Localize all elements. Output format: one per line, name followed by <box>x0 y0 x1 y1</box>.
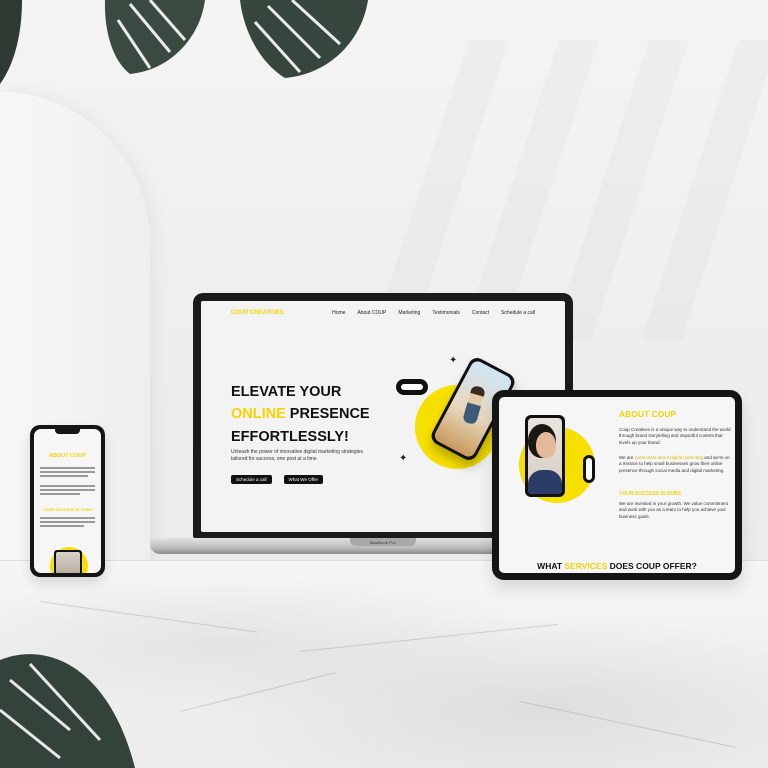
nav-link-home[interactable]: Home <box>332 310 345 316</box>
services-heading-accent: SERVICES <box>564 561 608 571</box>
hero-buttons: Schedule a call What We Offer <box>231 475 324 484</box>
phone-screen: ABOUT COUP YOUR SUCCESS IS OURS <box>34 429 101 573</box>
phone-mini-screen <box>56 552 80 573</box>
pill-decoration-icon <box>583 455 595 483</box>
hero-title-accent: ONLINE <box>231 406 286 423</box>
tablet-phone-image <box>525 415 565 497</box>
services-heading-post: DOES COUP OFFER? <box>607 561 697 571</box>
what-we-offer-button[interactable]: What We Offer <box>283 475 324 484</box>
text-line <box>40 489 95 491</box>
nav-link-contact[interactable]: Contact <box>472 310 489 316</box>
text-line <box>40 517 95 519</box>
face-image <box>536 432 556 458</box>
nav-link-testimonials[interactable]: Testimonials <box>432 310 460 316</box>
about-paragraph-2: We are passionate about digital marketin… <box>619 455 731 474</box>
phone-notch <box>55 429 80 434</box>
schedule-call-button[interactable]: Schedule a call <box>231 475 272 484</box>
monstera-leaf-icon <box>0 654 135 768</box>
hero-title-line2-rest: PRESENCE <box>285 406 370 423</box>
hero-title-line3: EFFORTLESSLY! <box>231 428 349 445</box>
text-line <box>40 475 88 477</box>
nav-link-about[interactable]: About COUP <box>357 310 386 316</box>
tablet: ABOUT COUP Coup Creatives is a unique wa… <box>492 390 742 580</box>
phone-success-subheading: YOUR SUCCESS IS OURS <box>42 507 93 512</box>
text-line <box>40 471 95 473</box>
about-paragraph-3: We are invested in your growth. We value… <box>619 501 728 519</box>
services-heading-pre: WHAT <box>537 561 565 571</box>
sparkle-icon: ✦ <box>399 453 408 464</box>
about-title: ABOUT COUP <box>619 409 677 419</box>
success-subheading: YOUR SUCCESS IS OURS <box>619 491 681 497</box>
about-paragraph-1: Coup Creatives is a unique way to unders… <box>619 427 731 445</box>
text-line <box>40 485 95 487</box>
pill-decoration-icon <box>396 379 428 395</box>
selfie-image <box>528 418 562 494</box>
running-woman-image <box>462 384 486 426</box>
phone-mini-phone-image <box>54 550 82 573</box>
monstera-leaf-icon <box>0 0 368 84</box>
phone: ABOUT COUP YOUR SUCCESS IS OURS <box>30 425 105 577</box>
site-logo[interactable]: COUP CREATIVES <box>231 310 284 316</box>
laptop-notch: MacBook Pro <box>350 538 416 546</box>
hero-title-line2: ONLINE PRESENCE <box>231 403 401 425</box>
about-paragraph-2-pre: We are <box>619 455 635 460</box>
text-line <box>40 467 95 469</box>
nav-links: Home About COUP Marketing Testimonials C… <box>332 310 535 316</box>
sparkle-icon: ✦ <box>449 355 458 366</box>
hero-subtitle: Unleash the power of innovative digital … <box>231 449 364 462</box>
laptop-brand-label: MacBook Pro <box>369 539 397 545</box>
services-heading: WHAT SERVICES DOES COUP OFFER? <box>499 561 735 571</box>
hero-title: ELEVATE YOUR ONLINE PRESENCE EFFORTLESSL… <box>231 381 401 448</box>
about-paragraph-2-accent: passionate about digital marketing <box>634 455 703 460</box>
text-line <box>40 525 84 527</box>
tablet-screen: ABOUT COUP Coup Creatives is a unique wa… <box>499 397 735 573</box>
nav-link-marketing[interactable]: Marketing <box>398 310 420 316</box>
shoulders-image <box>528 470 562 494</box>
hero-title-line1: ELEVATE YOUR <box>231 384 342 400</box>
nav-link-schedule[interactable]: Schedule a call <box>501 310 535 316</box>
text-line <box>40 493 80 495</box>
site-navbar: COUP CREATIVES Home About COUP Marketing… <box>201 301 565 325</box>
text-line <box>40 521 95 523</box>
phone-about-title: ABOUT COUP <box>49 453 86 459</box>
